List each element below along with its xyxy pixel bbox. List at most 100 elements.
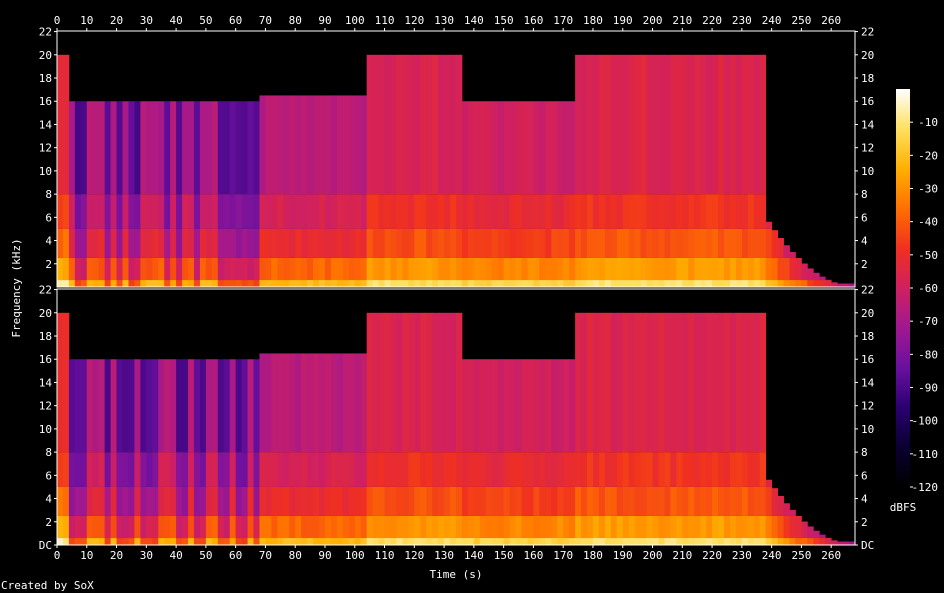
channel-1-cell [420, 194, 427, 229]
channel-1-cell [241, 228, 248, 258]
channel-2-cell [467, 486, 475, 516]
channel-1-cell [128, 280, 135, 287]
channel-1-cell [539, 228, 546, 258]
channel-1-cell [122, 280, 129, 287]
channel-1-cell [610, 280, 618, 287]
channel-1-cell [616, 257, 624, 281]
channel-1-cell [414, 54, 421, 195]
x-tick-label-bottom: 30 [140, 549, 153, 562]
channel-2-cell [664, 312, 671, 453]
channel-1-cell [664, 257, 671, 281]
channel-1-cell [723, 228, 731, 258]
x-tick-label-bottom: 0 [54, 549, 61, 562]
channel-2-cell [497, 452, 505, 487]
channel-1-cell [247, 280, 254, 287]
channel-2-cell [420, 486, 427, 516]
channel-2-cell [378, 452, 385, 487]
channel-1-cell [86, 194, 94, 229]
channel-2-cell [295, 486, 302, 516]
channel-1-cell [384, 54, 391, 195]
channel-1-cell [461, 257, 469, 281]
channel-2-cell [176, 359, 183, 453]
channel-1-cell [295, 280, 302, 287]
channel-1-cell [497, 194, 505, 229]
y-tick-label-right: 2 [861, 258, 868, 271]
channel-1-cell [587, 194, 594, 229]
channel-1-cell [211, 257, 219, 281]
channel-1-cell [658, 257, 665, 281]
channel-2-cell [408, 486, 415, 516]
channel-2-cell [515, 359, 522, 453]
channel-1-cell [426, 280, 433, 287]
channel-2-cell [658, 452, 665, 487]
channel-1-cell [414, 280, 421, 287]
channel-1-cell [592, 228, 600, 258]
channel-1-cell [789, 251, 796, 258]
channel-2-cell [783, 538, 790, 545]
channel-1-cell [295, 257, 302, 281]
channel-2-cell [479, 486, 487, 516]
channel-1-cell [682, 257, 689, 281]
channel-2-cell [205, 452, 213, 487]
channel-2-cell [110, 515, 117, 539]
channel-2-cell [324, 538, 332, 545]
channel-2-cell [366, 486, 374, 516]
channel-2-cell [378, 312, 385, 453]
channel-2-cell [658, 486, 665, 516]
channel-2-cell [259, 452, 266, 487]
channel-1-cell [426, 257, 433, 281]
colorbar-tick-label: -110 [912, 448, 939, 461]
y-tick-label-left: 10 [39, 165, 52, 178]
channel-1-cell [146, 280, 153, 287]
channel-2-cell [330, 515, 338, 539]
channel-1-cell [616, 228, 624, 258]
channel-1-cell [467, 101, 475, 195]
x-tick-label-bottom: 250 [791, 549, 811, 562]
channel-1-cell [622, 54, 630, 195]
channel-1-cell [718, 257, 725, 281]
channel-2-cell [640, 538, 647, 545]
channel-2-cell [587, 486, 594, 516]
channel-2-cell [735, 452, 743, 487]
channel-2-cell [68, 486, 76, 516]
channel-1-cell [307, 257, 314, 281]
channel-1-cell [205, 194, 213, 229]
channel-1-cell [199, 228, 207, 258]
channel-2-cell [426, 538, 433, 545]
channel-1-cell [283, 228, 290, 258]
channel-1-cell [319, 194, 326, 229]
channel-1-cell [354, 280, 362, 287]
channel-2-cell [319, 353, 326, 453]
channel-1-cell [527, 228, 534, 258]
channel-1-cell [521, 194, 528, 229]
channel-1-cell [420, 257, 427, 281]
channel-2-cell [438, 486, 445, 516]
channel-2-cell [527, 538, 534, 545]
channel-1-cell [170, 257, 177, 281]
channel-2-cell [330, 538, 338, 545]
channel-2-cell [473, 538, 481, 545]
channel-2-cell [634, 312, 642, 453]
channel-2-cell [664, 452, 671, 487]
channel-2-cell [253, 486, 260, 516]
channel-2-cell [301, 353, 308, 453]
channel-2-cell [694, 312, 701, 453]
colorbar-tick-label: -70 [918, 315, 938, 328]
channel-1-cell [98, 194, 106, 229]
channel-2-cell [694, 538, 701, 545]
channel-2-cell [372, 486, 379, 516]
channel-1-cell [825, 280, 832, 287]
channel-1-cell [313, 280, 320, 287]
channel-1-cell [628, 228, 636, 258]
x-tick-label-bottom: 220 [702, 549, 722, 562]
channel-1-cell [223, 228, 231, 258]
channel-1-cell [741, 280, 749, 287]
channel-1-cell [735, 194, 743, 229]
channel-2-cell [646, 515, 653, 539]
channel-1-cell [592, 194, 600, 229]
channel-1-cell [497, 101, 505, 195]
channel-2-cell [140, 359, 147, 453]
channel-1-cell [545, 194, 552, 229]
channel-1-cell [729, 194, 737, 229]
channel-2-cell [360, 538, 368, 545]
